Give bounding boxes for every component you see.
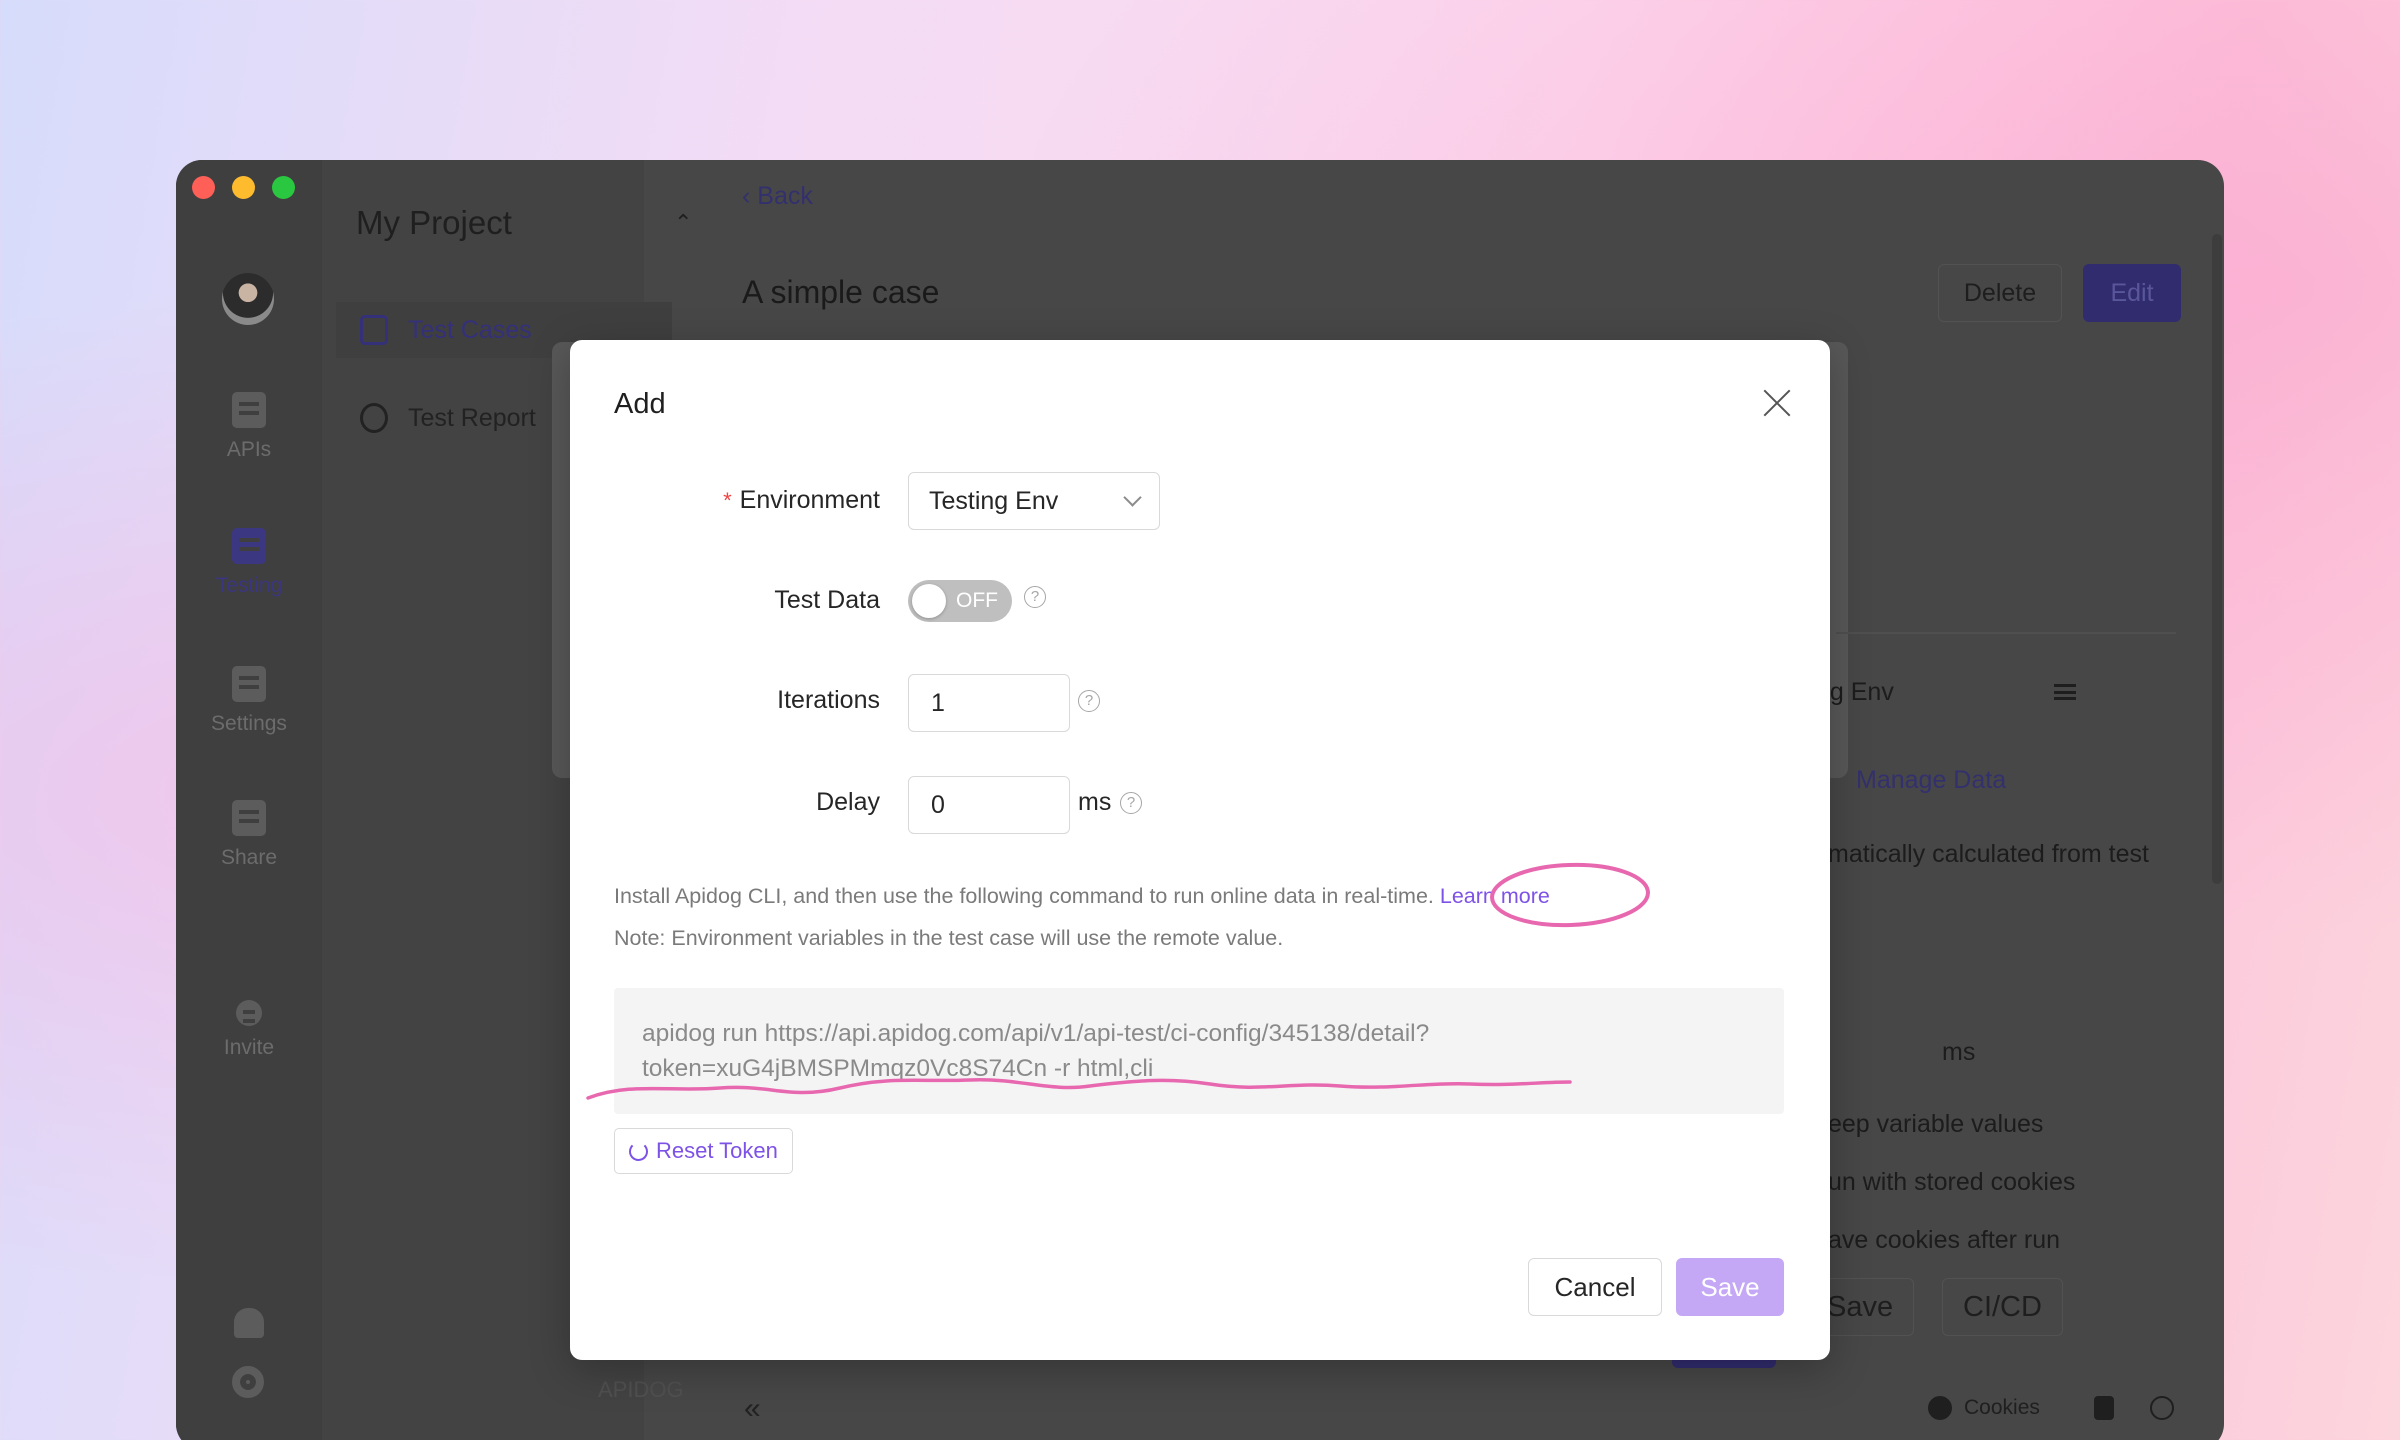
left-rail: APIs Testing Settings Share Invite: [176, 160, 322, 1440]
rail-item-label: Invite: [223, 1036, 275, 1059]
rail-item-apis[interactable]: APIs: [176, 392, 322, 462]
cli-command-box[interactable]: apidog run https://api.apidog.com/api/v1…: [614, 988, 1784, 1114]
gear-icon[interactable]: [232, 1366, 264, 1398]
back-link[interactable]: ‹ Back: [742, 182, 813, 211]
behind-cicd-button: CI/CD: [1942, 1278, 2063, 1336]
bell-icon[interactable]: [234, 1308, 264, 1338]
close-window-button[interactable]: [192, 176, 215, 199]
delete-button[interactable]: Delete: [1938, 264, 2062, 322]
reset-token-label: Reset Token: [656, 1138, 778, 1163]
env-note: Note: Environment variables in the test …: [614, 926, 1284, 950]
chevron-updown-icon[interactable]: ⌃: [674, 210, 692, 236]
avatar[interactable]: [222, 273, 274, 325]
divider: [1836, 632, 2176, 634]
cookies-footer[interactable]: Cookies: [1928, 1396, 2040, 1420]
apidog-watermark: APIDOG: [598, 1377, 684, 1402]
sidebar-item-label: Test Report: [408, 403, 536, 432]
cancel-button[interactable]: Cancel: [1528, 1258, 1662, 1316]
delay-unit: ms: [1078, 788, 1112, 816]
page-title: A simple case: [742, 274, 940, 310]
learn-more-link[interactable]: Learn more: [1440, 884, 1550, 908]
environment-label-text: Environment: [739, 486, 880, 514]
toggle-knob: [912, 584, 946, 618]
cookie-icon: [1928, 1396, 1952, 1420]
delay-input[interactable]: [908, 776, 1070, 834]
collapse-sidebar-icon[interactable]: «: [744, 1392, 761, 1426]
invite-icon: [236, 1000, 262, 1026]
iterations-label: Iterations: [777, 686, 880, 714]
scrollbar[interactable]: [2212, 234, 2222, 884]
rail-item-testing[interactable]: Testing: [176, 528, 322, 598]
help-icon[interactable]: [2150, 1396, 2174, 1420]
maximize-window-button[interactable]: [272, 176, 295, 199]
cookies-label: Cookies: [1964, 1396, 2040, 1419]
cli-command-line: apidog run https://api.apidog.com/api/v1…: [642, 1020, 1430, 1047]
edit-button[interactable]: Edit: [2083, 264, 2181, 322]
reset-token-button[interactable]: Reset Token: [614, 1128, 793, 1174]
save-button[interactable]: Save: [1676, 1258, 1784, 1316]
test-report-icon: [360, 403, 388, 433]
behind-stored-cookies: un with stored cookies: [1828, 1168, 2076, 1196]
rail-item-label: APIs: [226, 438, 272, 461]
sidebar-item-label: Test Cases: [408, 315, 532, 344]
add-dialog: Add * Environment Testing Env Test Data O…: [570, 340, 1830, 1360]
back-label: Back: [757, 182, 813, 210]
behind-ms: ms: [1942, 1038, 1976, 1066]
refresh-icon: [629, 1141, 648, 1161]
behind-calc-text: matically calculated from test: [1828, 840, 2149, 868]
testing-icon: [232, 528, 266, 564]
toggle-state: OFF: [956, 589, 998, 612]
rail-item-invite[interactable]: Invite: [176, 1000, 322, 1060]
share-icon: [232, 800, 266, 836]
install-note: Install Apidog CLI, and then use the fol…: [614, 884, 1550, 909]
test-data-toggle[interactable]: OFF: [908, 580, 1012, 622]
chevron-down-icon: [1123, 487, 1142, 507]
environment-select[interactable]: Testing Env: [908, 472, 1160, 530]
install-note-text: Install Apidog CLI, and then use the fol…: [614, 884, 1440, 908]
iterations-input[interactable]: [908, 674, 1070, 732]
project-title[interactable]: My Project: [356, 204, 512, 242]
sidebar-item-test-report[interactable]: Test Report: [360, 390, 536, 446]
question-icon[interactable]: ?: [1120, 792, 1142, 814]
behind-manage-data: Manage Data: [1856, 766, 2007, 794]
close-icon[interactable]: [1762, 388, 1792, 418]
settings-icon: [232, 666, 266, 702]
question-icon[interactable]: ?: [1078, 690, 1100, 712]
environment-label: * Environment: [723, 486, 880, 515]
rail-item-label: Share: [220, 846, 278, 869]
question-icon[interactable]: ?: [1024, 586, 1046, 608]
test-data-label: Test Data: [774, 586, 880, 614]
required-marker: *: [723, 488, 732, 513]
shirt-icon[interactable]: [2094, 1396, 2114, 1420]
menu-icon: [2054, 684, 2076, 700]
rail-item-label: Testing: [215, 574, 283, 597]
dialog-title: Add: [614, 388, 666, 420]
rail-item-share[interactable]: Share: [176, 800, 322, 870]
test-cases-icon: [360, 315, 388, 345]
delay-label: Delay: [816, 788, 880, 816]
window-controls: [192, 176, 295, 199]
minimize-window-button[interactable]: [232, 176, 255, 199]
cli-command-line: token=xuG4jBMSPMmqz0Vc8S74Cn -r html,cli: [642, 1055, 1154, 1082]
behind-save-cookies: ave cookies after run: [1828, 1226, 2061, 1254]
environment-value: Testing Env: [929, 486, 1059, 515]
rail-item-label: Settings: [211, 712, 287, 735]
rail-item-settings[interactable]: Settings: [176, 666, 322, 736]
behind-keep-vars: eep variable values: [1828, 1110, 2044, 1138]
apis-icon: [232, 392, 266, 428]
app-window: APIs Testing Settings Share Invite My Pr…: [176, 160, 2224, 1440]
